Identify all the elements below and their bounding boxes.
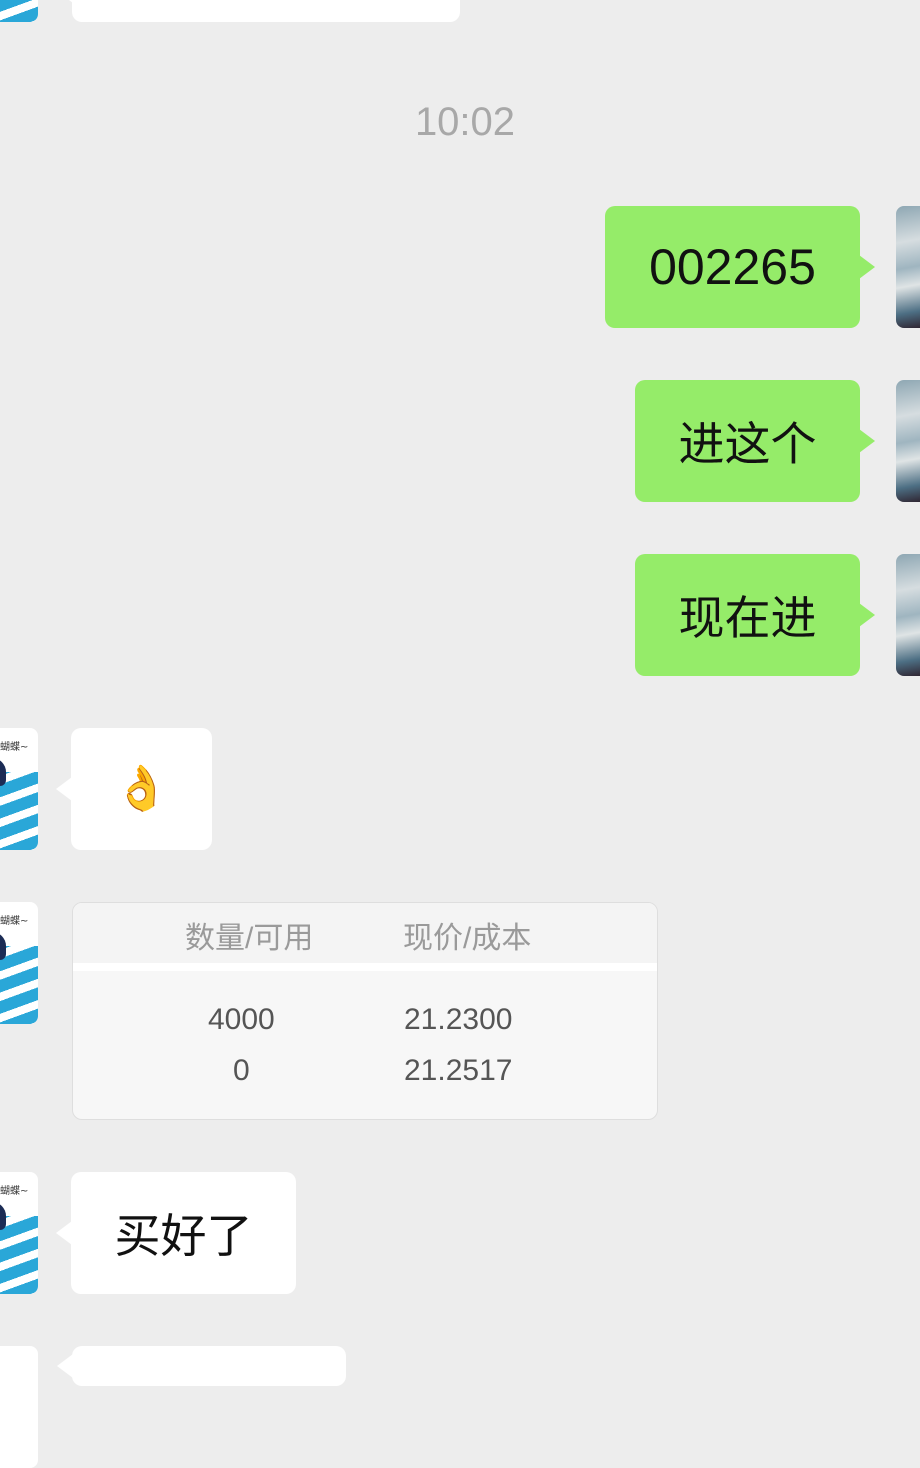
- avatar-pattern: [0, 946, 38, 1024]
- stock-position-card[interactable]: 数量/可用 现价/成本 4000 21.2300 0 21.2517: [72, 902, 658, 1120]
- cell-quantity: 4000: [208, 1003, 275, 1036]
- message-text: 现在进: [678, 591, 817, 645]
- contact-avatar[interactable]: 蝴蝶~: [0, 1172, 38, 1294]
- avatar-pattern: [0, 1216, 38, 1294]
- avatar-pattern: [0, 772, 38, 850]
- header-quantity-available: 数量/可用: [185, 922, 314, 955]
- avatar-caption: 蝴蝶~: [0, 1186, 29, 1197]
- message-bubble-self[interactable]: 现在进: [635, 554, 875, 676]
- contact-avatar[interactable]: 蝴蝶~: [0, 728, 38, 850]
- avatar-caption: 蝴蝶~: [0, 742, 29, 753]
- self-avatar[interactable]: [896, 554, 920, 676]
- message-bubble-next[interactable]: [57, 1346, 346, 1386]
- avatar-pattern: [0, 0, 38, 22]
- contact-avatar[interactable]: 蝴蝶~: [0, 902, 38, 1024]
- avatar-hat: [0, 932, 6, 960]
- card-header: 数量/可用 现价/成本: [73, 903, 657, 971]
- cell-available: 0: [233, 1054, 250, 1087]
- ok-hand-icon: 👌: [114, 763, 169, 814]
- contact-avatar[interactable]: [0, 0, 38, 22]
- contact-avatar[interactable]: [0, 1346, 38, 1468]
- cell-cost: 21.2517: [404, 1054, 513, 1087]
- message-text: 002265: [649, 239, 816, 295]
- chat-timestamp: 10:02: [414, 100, 516, 144]
- message-bubble-self[interactable]: 002265: [605, 206, 875, 328]
- avatar-hat: [0, 758, 6, 786]
- message-text: 买好了: [114, 1209, 253, 1263]
- self-avatar[interactable]: [896, 380, 920, 502]
- header-price-cost: 现价/成本: [403, 922, 532, 955]
- avatar-caption: 蝴蝶~: [0, 916, 29, 927]
- message-bubble-other[interactable]: 买好了: [56, 1172, 296, 1294]
- avatar-hat: [0, 1202, 6, 1230]
- message-bubble-previous[interactable]: [57, 0, 460, 22]
- message-text: 进这个: [678, 417, 817, 471]
- self-avatar[interactable]: [896, 206, 920, 328]
- message-bubble-other[interactable]: 👌: [56, 728, 212, 850]
- message-bubble-self[interactable]: 进这个: [635, 380, 875, 502]
- cell-price: 21.2300: [404, 1003, 513, 1036]
